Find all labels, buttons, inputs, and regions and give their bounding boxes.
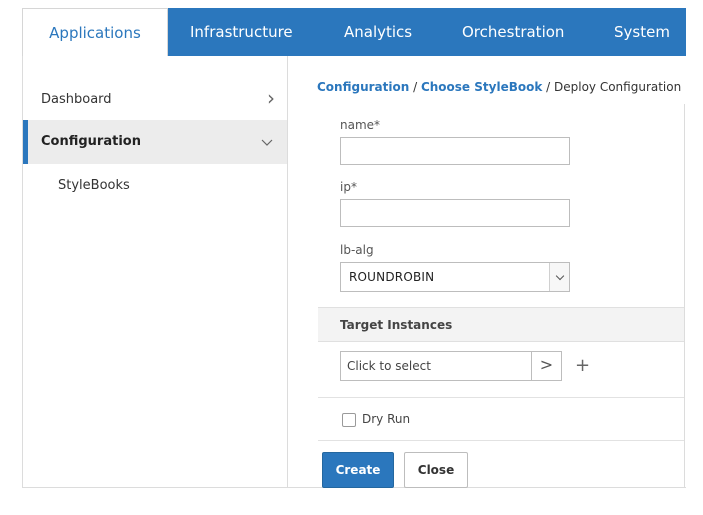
tab-infrastructure[interactable]: Infrastructure	[190, 8, 293, 56]
lb-alg-select[interactable]: ROUNDROBIN	[340, 262, 570, 292]
breadcrumb-link-choose-stylebook[interactable]: Choose StyleBook	[421, 80, 542, 94]
sidebar-item-label: Configuration	[41, 134, 141, 149]
breadcrumb-current: Deploy Configuration	[554, 80, 682, 94]
section-title: Target Instances	[340, 318, 453, 332]
sidebar-item-dashboard[interactable]: Dashboard ›	[23, 78, 287, 122]
chevron-down-icon[interactable]	[261, 131, 273, 155]
divider	[318, 397, 684, 398]
dry-run-label[interactable]: Dry Run	[362, 412, 410, 426]
breadcrumb-separator: /	[409, 80, 421, 94]
divider	[318, 440, 684, 441]
sidebar-divider	[287, 56, 288, 488]
name-input[interactable]	[340, 137, 570, 165]
sidebar-subitem-stylebooks[interactable]: StyleBooks	[58, 178, 130, 193]
lb-alg-label: lb-alg	[340, 243, 374, 257]
sidebar-item-label: Dashboard	[41, 92, 112, 107]
target-instances-picker[interactable]: Click to select >	[340, 351, 562, 381]
create-button[interactable]: Create	[322, 452, 394, 488]
chevron-down-icon[interactable]	[549, 263, 569, 291]
dry-run-checkbox[interactable]	[342, 413, 356, 427]
target-instances-section: Target Instances	[318, 307, 684, 342]
tab-analytics[interactable]: Analytics	[344, 8, 412, 56]
chevron-right-icon[interactable]: ›	[267, 86, 275, 110]
breadcrumb-link-configuration[interactable]: Configuration	[317, 80, 409, 94]
chevron-right-icon[interactable]: >	[531, 352, 561, 380]
ip-input[interactable]	[340, 199, 570, 227]
tab-system[interactable]: System	[614, 8, 670, 56]
picker-placeholder: Click to select	[347, 359, 431, 373]
breadcrumb: Configuration / Choose StyleBook / Deplo…	[317, 80, 681, 94]
ip-label: ip*	[340, 180, 357, 194]
breadcrumb-separator: /	[542, 80, 554, 94]
tab-applications[interactable]: Applications	[22, 8, 168, 56]
sidebar-item-configuration[interactable]: Configuration	[23, 120, 287, 164]
lb-alg-select-value: ROUNDROBIN	[349, 270, 435, 284]
form-border-right	[684, 104, 685, 488]
close-button[interactable]: Close	[404, 452, 468, 488]
tab-orchestration[interactable]: Orchestration	[462, 8, 564, 56]
top-nav-bar: Applications Infrastructure Analytics Or…	[22, 8, 686, 56]
name-label: name*	[340, 118, 381, 132]
add-instance-icon[interactable]: +	[575, 355, 590, 376]
